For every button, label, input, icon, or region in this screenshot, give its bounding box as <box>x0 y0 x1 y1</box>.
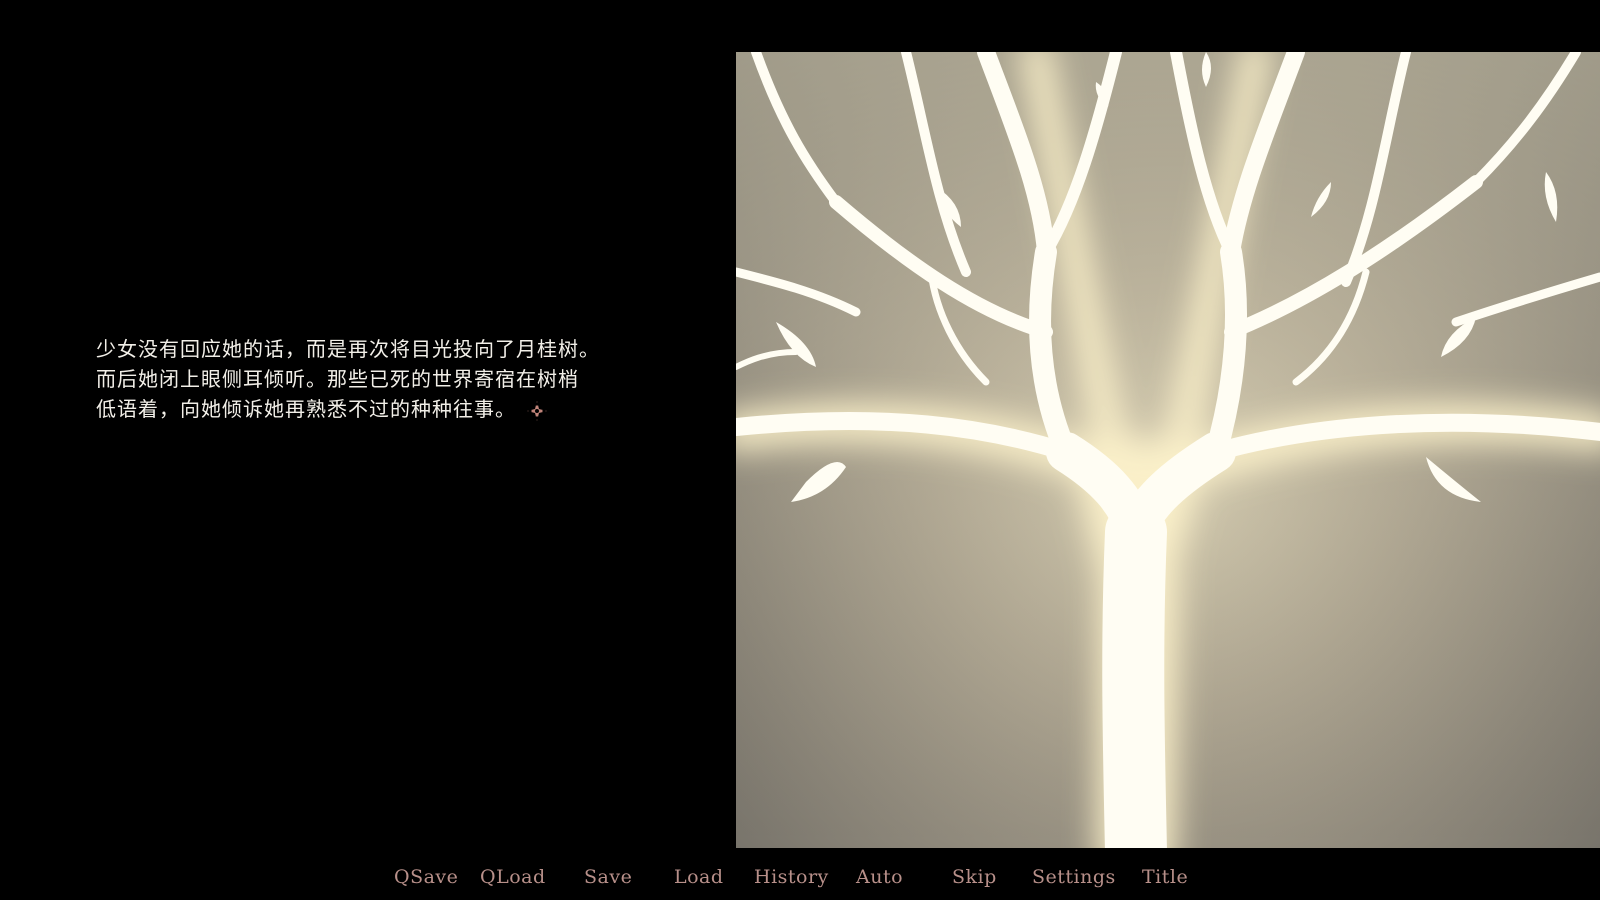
four-point-sparkle-icon <box>526 400 548 422</box>
settings-button[interactable]: Settings <box>1032 862 1116 892</box>
dialogue-box[interactable]: 少女没有回应她的话，而是再次将目光投向了月桂树。 而后她闭上眼侧耳倾听。那些已死… <box>96 334 696 424</box>
dialogue-line-1: 少女没有回应她的话，而是再次将目光投向了月桂树。 <box>96 337 600 361</box>
dialogue-line-3-text: 低语着，向她倾诉她再熟悉不过的种种往事。 <box>96 397 516 421</box>
dialogue-line-2: 而后她闭上眼侧耳倾听。那些已死的世界寄宿在树梢 <box>96 367 579 391</box>
quick-menu: QSave QLoad Save Load History Auto Skip … <box>380 862 1200 894</box>
qsave-button[interactable]: QSave <box>394 862 458 892</box>
qload-button[interactable]: QLoad <box>480 862 546 892</box>
title-button[interactable]: Title <box>1142 862 1188 892</box>
cg-image-frame <box>736 52 1600 848</box>
auto-button[interactable]: Auto <box>856 862 903 892</box>
history-button[interactable]: History <box>754 862 829 892</box>
glowing-tree-icon <box>736 52 1600 848</box>
skip-button[interactable]: Skip <box>952 862 997 892</box>
dialogue-line-3: 低语着，向她倾诉她再熟悉不过的种种往事。 <box>96 394 696 424</box>
save-button[interactable]: Save <box>584 862 632 892</box>
game-scene[interactable]: 少女没有回应她的话，而是再次将目光投向了月桂树。 而后她闭上眼侧耳倾听。那些已死… <box>0 0 1600 900</box>
load-button[interactable]: Load <box>674 862 724 892</box>
